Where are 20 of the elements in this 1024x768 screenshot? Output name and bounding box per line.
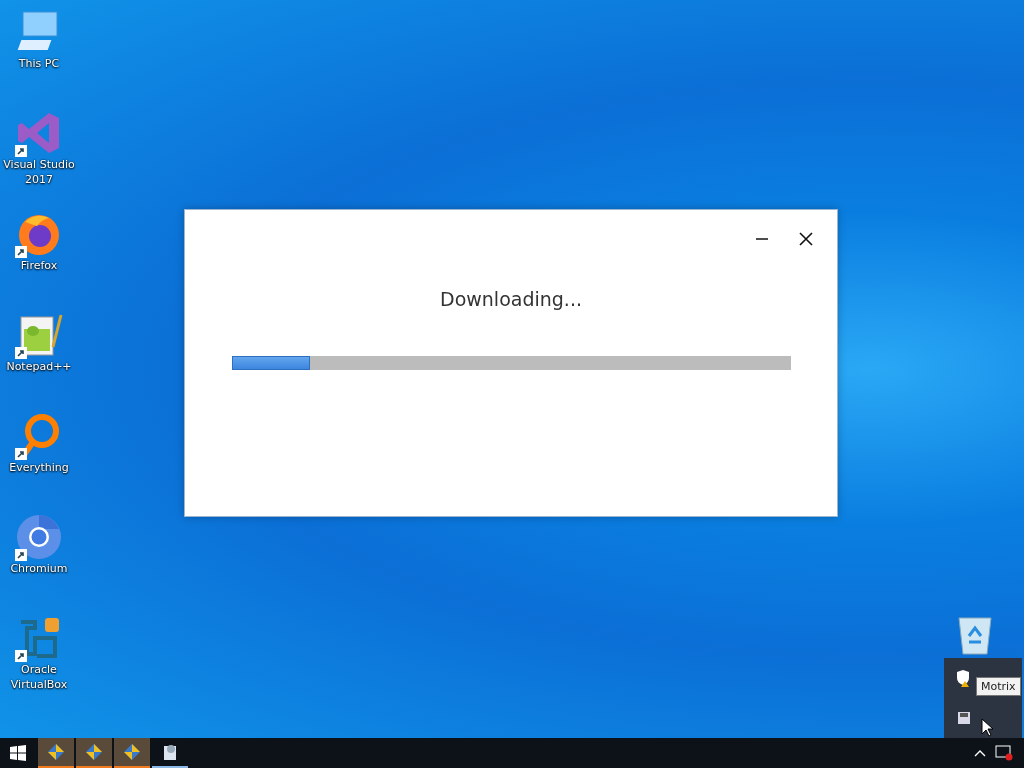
app-icon	[162, 743, 178, 761]
tooltip: Motrix	[976, 677, 1021, 696]
desktop-icon-label[interactable]: Firefox	[1, 258, 77, 273]
installer-taskbar-button[interactable]	[114, 738, 150, 768]
desktop-icon-label[interactable]: Visual Studio 2017	[1, 157, 77, 187]
installer-taskbar-button[interactable]	[38, 738, 74, 768]
mouse-cursor-icon	[981, 718, 993, 737]
desktop-icon-label[interactable]: Notepad++	[1, 359, 77, 374]
installer-shield-icon	[85, 743, 103, 761]
desktop-icon-label[interactable]: Oracle VirtualBox	[1, 662, 77, 692]
desktop-icon-label[interactable]: Chromium	[1, 561, 77, 576]
installer-taskbar-button[interactable]	[76, 738, 112, 768]
desktop-icon-label[interactable]: This PC	[1, 56, 77, 71]
installer-shield-icon	[47, 743, 65, 761]
desktop-icon-label[interactable]: Everything	[1, 460, 77, 475]
status-message: Downloading...	[440, 288, 582, 310]
close-icon	[799, 232, 813, 246]
installer-shield-icon	[123, 743, 141, 761]
recycle-bin-icon[interactable]	[955, 614, 995, 656]
windows-logo-icon	[10, 745, 26, 761]
